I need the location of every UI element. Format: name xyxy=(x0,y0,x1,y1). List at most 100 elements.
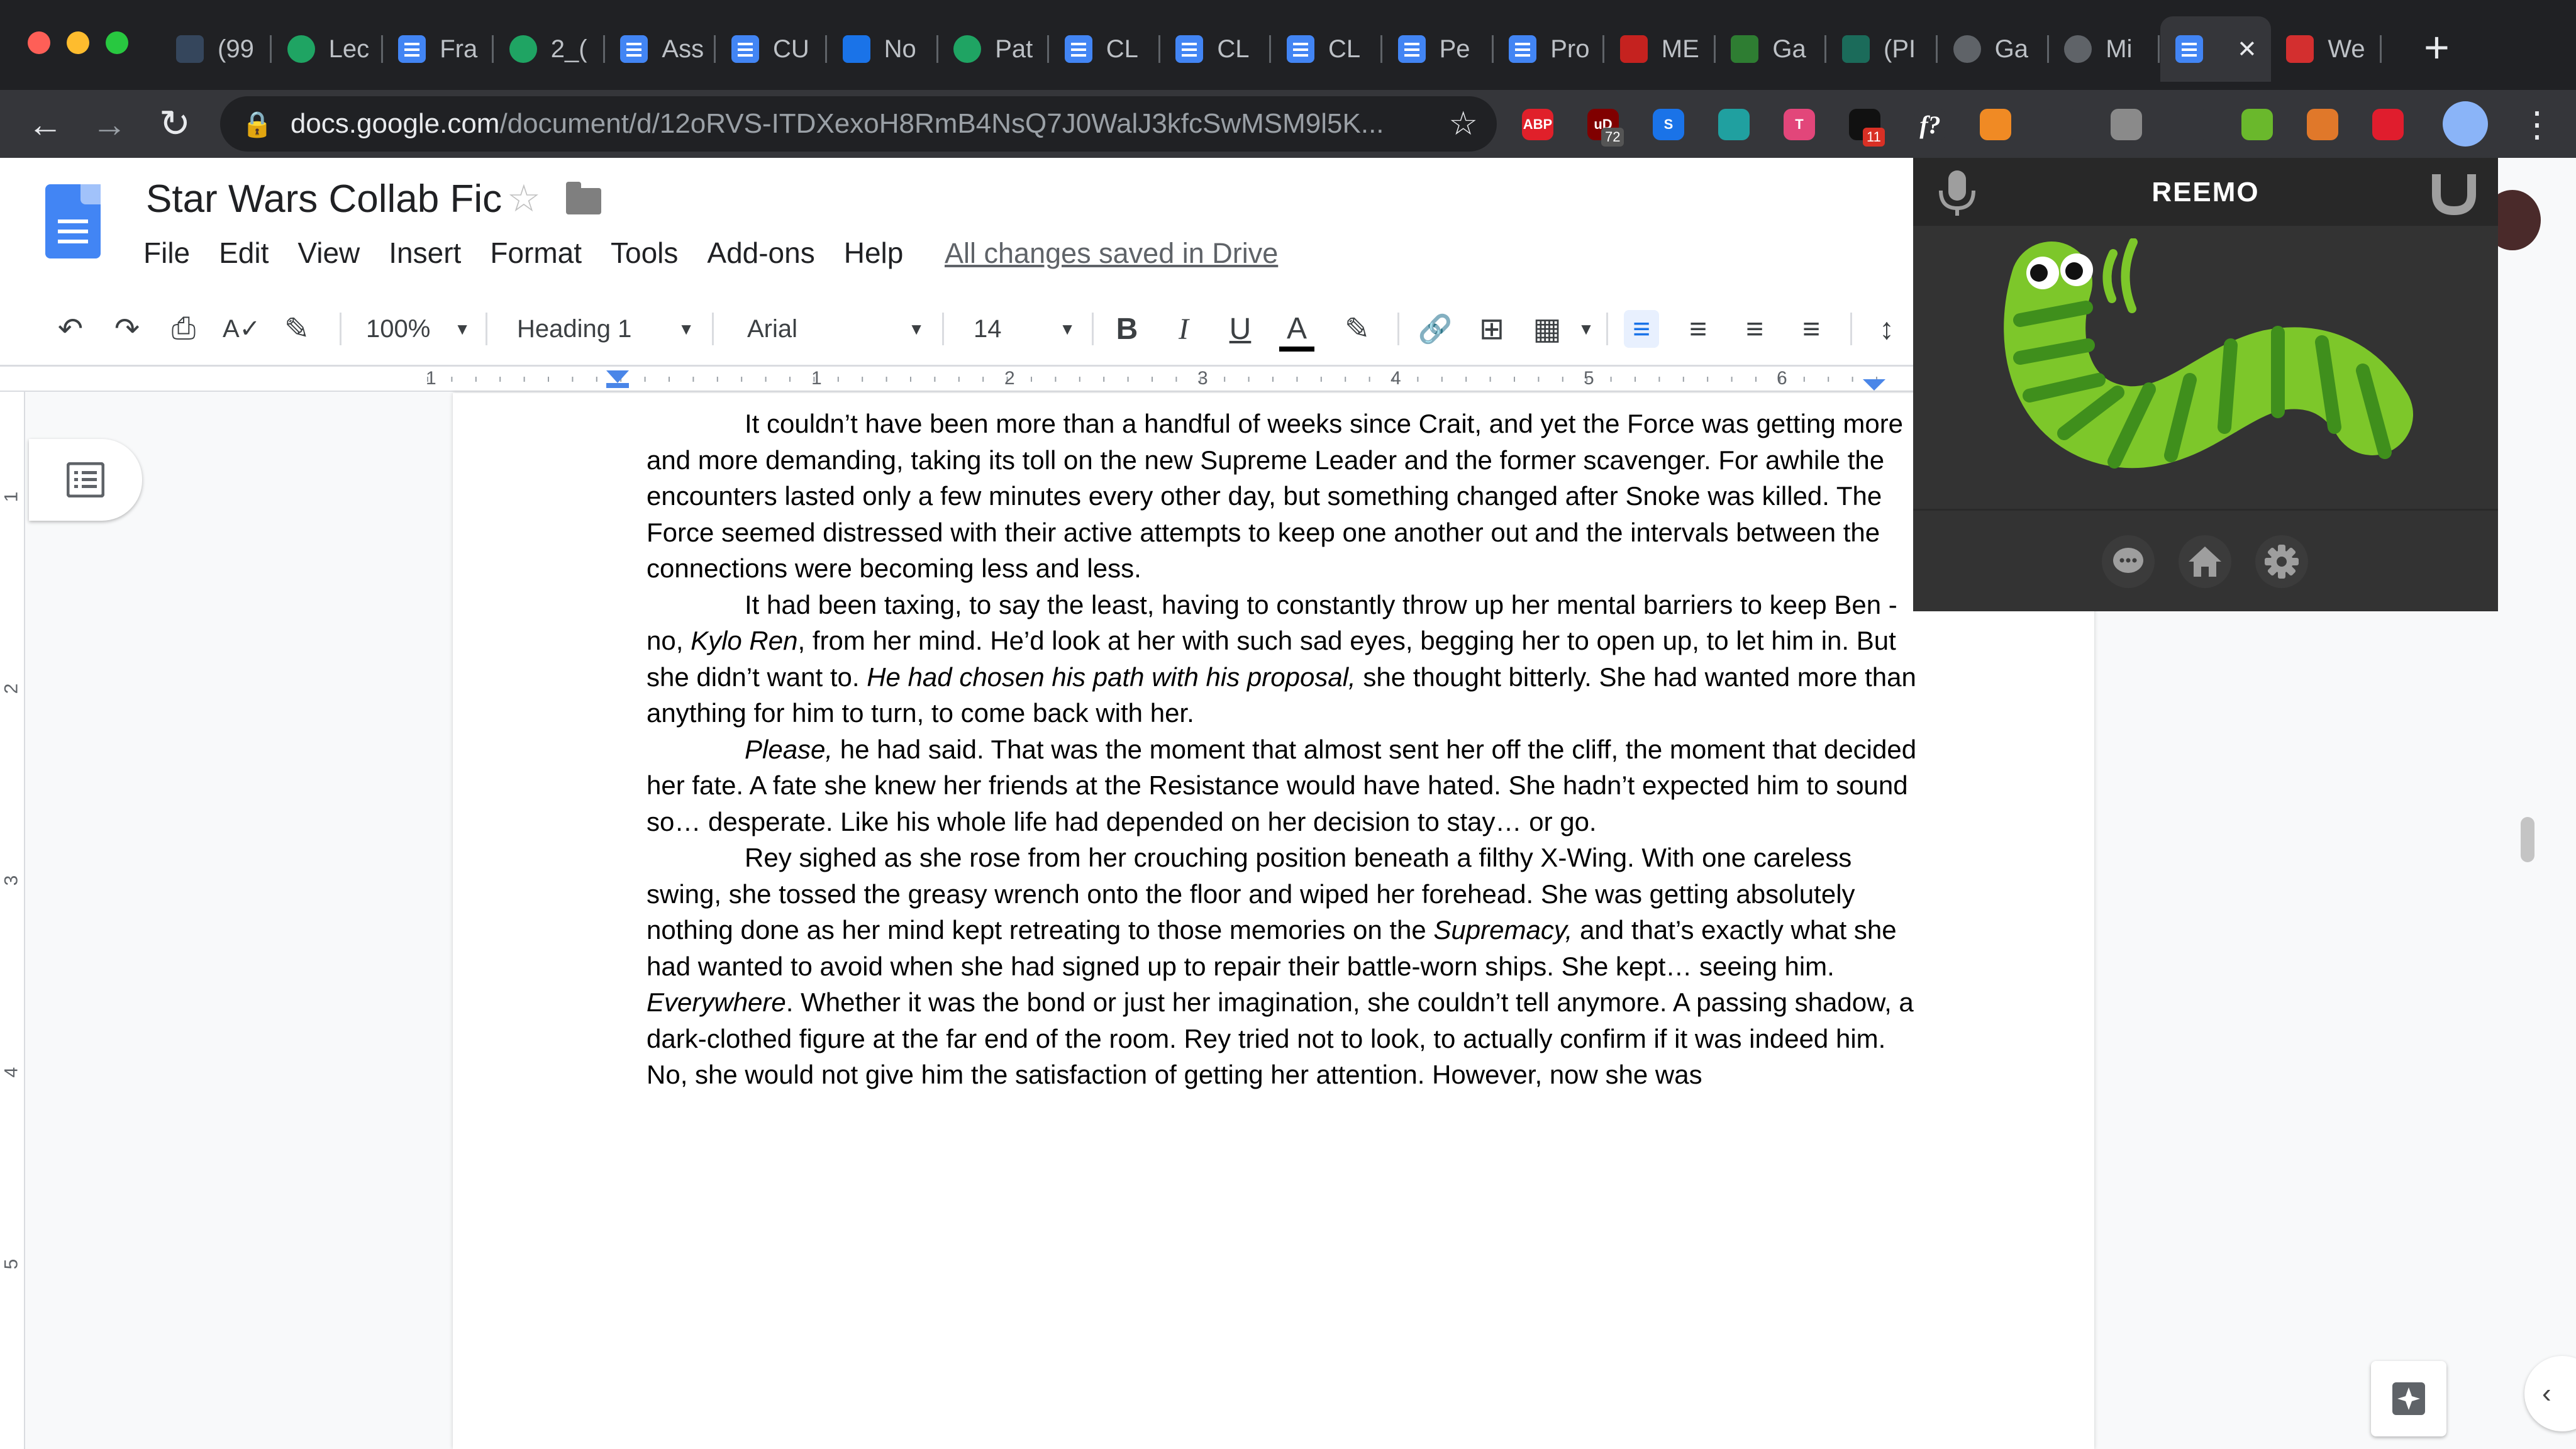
function-extension-icon[interactable]: f? xyxy=(1914,109,1946,140)
explore-button[interactable] xyxy=(2371,1361,2446,1436)
zoom-select[interactable]: 100% ▼ xyxy=(366,310,470,348)
menu-view[interactable]: View xyxy=(297,236,360,270)
browser-tab[interactable]: We xyxy=(2271,16,2382,82)
insert-image-icon[interactable]: ▦ xyxy=(1530,310,1565,348)
reload-button[interactable]: ↻ xyxy=(153,103,196,145)
profile-avatar[interactable] xyxy=(2443,101,2488,147)
menu-insert[interactable]: Insert xyxy=(389,236,461,270)
paragraph-style-select[interactable]: Heading 1 ▼ xyxy=(517,310,694,348)
menu-format[interactable]: Format xyxy=(490,236,582,270)
browser-tab[interactable]: CL xyxy=(1272,16,1382,82)
document-page[interactable]: It couldn’t have been more than a handfu… xyxy=(453,393,2094,1449)
close-window-button[interactable] xyxy=(28,31,50,54)
align-right-icon[interactable]: ≡ xyxy=(1737,310,1772,348)
document-paragraph[interactable]: Please, he had said. That was the moment… xyxy=(647,731,1917,840)
reemo-footer-divider xyxy=(1913,509,2498,511)
bookmark-star-icon[interactable]: ☆ xyxy=(1448,105,1478,143)
spellcheck-icon[interactable]: A✓ xyxy=(223,310,260,348)
toolbar-separator xyxy=(486,313,487,345)
underline-icon[interactable]: U xyxy=(1223,310,1258,348)
browser-tab[interactable]: 2_( xyxy=(494,16,605,82)
honey-extension-icon[interactable] xyxy=(1980,109,2011,140)
palette-extension-icon[interactable] xyxy=(1718,109,1750,140)
align-left-icon[interactable]: ≡ xyxy=(1624,310,1659,348)
worm-extension-icon[interactable] xyxy=(2241,109,2273,140)
menu-tools[interactable]: Tools xyxy=(611,236,678,270)
font-family-select[interactable]: Arial ▼ xyxy=(747,310,924,348)
browser-tab[interactable]: ✕ xyxy=(2160,16,2271,82)
bold-icon[interactable]: B xyxy=(1109,310,1145,348)
magnet-icon[interactable] xyxy=(2429,170,2479,216)
browser-toolbar: ← → ↻ 🔒 docs.google.com/document/d/12oRV… xyxy=(0,90,2576,158)
address-bar[interactable]: 🔒 docs.google.com/document/d/12oRVS-ITDX… xyxy=(220,96,1497,152)
document-paragraph[interactable]: It couldn’t have been more than a handfu… xyxy=(647,406,1917,587)
font-size-select[interactable]: 14 ▼ xyxy=(974,310,1075,348)
briefcase-extension-icon[interactable] xyxy=(2111,109,2142,140)
align-center-icon[interactable]: ≡ xyxy=(1680,310,1716,348)
browser-tab[interactable]: Fra xyxy=(383,16,494,82)
add-comment-icon[interactable]: ⊞ xyxy=(1474,310,1509,348)
line-spacing-icon[interactable]: ↕ xyxy=(1869,310,1904,348)
print-icon[interactable]: ⎙ xyxy=(166,310,201,348)
new-tab-button[interactable]: + xyxy=(2424,25,2450,69)
tab-separator xyxy=(270,35,272,63)
text-color-icon[interactable]: A xyxy=(1279,310,1314,352)
document-outline-button[interactable] xyxy=(29,439,142,521)
t-extension-icon[interactable]: T xyxy=(1784,109,1815,140)
save-status[interactable]: All changes saved in Drive xyxy=(945,237,1278,270)
diamond-extension-icon[interactable] xyxy=(2045,109,2077,140)
browser-tab[interactable]: CL xyxy=(1160,16,1272,82)
chat-button[interactable] xyxy=(2102,535,2155,588)
home-button[interactable] xyxy=(2179,535,2231,588)
star-icon[interactable]: ☆ xyxy=(507,177,541,221)
tab-separator xyxy=(1824,35,1827,63)
document-paragraph[interactable]: Rey sighed as she rose from her crouchin… xyxy=(647,840,1917,1093)
paint-format-icon[interactable]: ✎ xyxy=(279,310,314,348)
browser-tab[interactable]: CU xyxy=(716,16,827,82)
google-docs-logo-icon[interactable] xyxy=(45,184,101,258)
close-tab-icon[interactable]: ✕ xyxy=(2237,35,2257,64)
scrollbar-thumb[interactable] xyxy=(2521,817,2534,862)
menu-help[interactable]: Help xyxy=(844,236,904,270)
browser-tab[interactable]: Mi xyxy=(2049,16,2160,82)
undo-icon[interactable]: ↶ xyxy=(53,310,88,348)
chrome-menu-icon[interactable]: ⋮ xyxy=(2519,104,2555,145)
menu-addons[interactable]: Add-ons xyxy=(707,236,814,270)
browser-tab[interactable]: Pe xyxy=(1383,16,1494,82)
italic-icon[interactable]: I xyxy=(1166,310,1201,348)
text-run: Please, xyxy=(745,734,833,764)
back-button[interactable]: ← xyxy=(24,103,67,145)
browser-tab[interactable]: CL xyxy=(1050,16,1160,82)
chart-extension-icon[interactable] xyxy=(2307,109,2338,140)
maximize-window-button[interactable] xyxy=(106,31,128,54)
video-extension-icon[interactable] xyxy=(2372,109,2404,140)
browser-tab[interactable]: No xyxy=(828,16,938,82)
menu-file[interactable]: File xyxy=(143,236,190,270)
menu-edit[interactable]: Edit xyxy=(219,236,269,270)
browser-tab[interactable]: Pro xyxy=(1494,16,1605,82)
redo-icon[interactable]: ↷ xyxy=(109,310,145,348)
minimize-window-button[interactable] xyxy=(67,31,89,54)
document-title[interactable]: Star Wars Collab Fic xyxy=(146,177,502,221)
browser-tab[interactable]: Ga xyxy=(1938,16,2049,82)
browser-tab[interactable]: (99 xyxy=(161,16,272,82)
s-extension-icon[interactable]: S xyxy=(1653,109,1684,140)
browser-tab[interactable]: Ass xyxy=(605,16,716,82)
browser-tab[interactable]: Pat xyxy=(938,16,1050,82)
forward-button[interactable]: → xyxy=(88,103,131,145)
insert-link-icon[interactable]: 🔗 xyxy=(1418,310,1453,348)
justify-icon[interactable]: ≡ xyxy=(1794,310,1829,348)
folder-icon[interactable] xyxy=(566,182,601,214)
adblock-plus-icon[interactable]: ABP xyxy=(1522,109,1553,140)
highlight-color-icon[interactable]: ✎ xyxy=(1340,310,1375,348)
browser-tab[interactable]: Lec xyxy=(272,16,383,82)
browser-tab-label: Lec xyxy=(328,35,370,63)
browser-tab[interactable]: ME xyxy=(1605,16,1716,82)
clock-extension-icon[interactable] xyxy=(2176,109,2207,140)
browser-tab[interactable]: (PI xyxy=(1827,16,1938,82)
settings-button[interactable] xyxy=(2255,535,2308,588)
chevron-down-icon[interactable]: ▼ xyxy=(1568,310,1604,348)
document-body[interactable]: It couldn’t have been more than a handfu… xyxy=(647,406,1917,1093)
document-paragraph[interactable]: It had been taxing, to say the least, ha… xyxy=(647,587,1917,731)
browser-tab[interactable]: Ga xyxy=(1716,16,1827,82)
